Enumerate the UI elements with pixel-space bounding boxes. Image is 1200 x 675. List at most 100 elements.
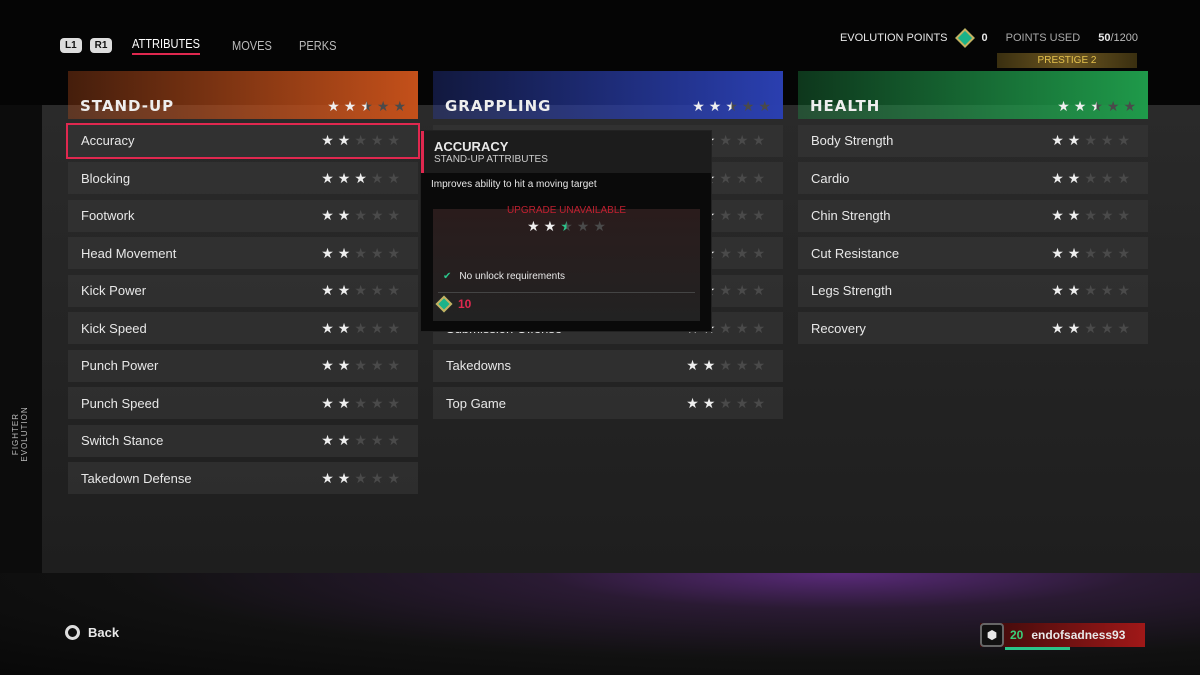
attribute-stars: ★★★★★: [321, 470, 400, 487]
star-icon: ★: [1051, 282, 1064, 298]
attribute-row[interactable]: Kick Power ★ ★ ★ ★ ★: [68, 274, 418, 307]
star-icon: ★: [387, 132, 400, 148]
category-rating: ★ ★ ★ ★ ★: [1057, 98, 1136, 115]
star-icon: ★: [387, 432, 400, 448]
star-icon: ★: [686, 357, 699, 373]
points-used-label: POINTS USED: [1005, 32, 1081, 44]
star-icon: ★: [370, 469, 384, 486]
attribute-stars: ★★★★★: [321, 207, 400, 224]
star-icon: ★: [1073, 98, 1087, 114]
category-stand-up: STAND-UP ★ ★ ★ ★ ★ Accuracy ★ ★ ★ ★ ★ Blocking ★ ★ ★ ★ ★ F…: [66, 71, 420, 494]
back-button[interactable]: Back: [65, 625, 119, 640]
tab-attributes[interactable]: ATTRIBUTES: [132, 36, 201, 55]
attribute-row[interactable]: Kick Speed ★ ★ ★ ★ ★: [68, 312, 418, 344]
star-icon: ★: [321, 469, 334, 486]
evolution-points-label: EVOLUTION POINTS: [839, 32, 948, 44]
star-icon: ★: [735, 244, 749, 261]
star-icon: ★: [370, 207, 384, 223]
sidebar: FIGHTER EVOLUTION: [0, 105, 42, 573]
attribute-stars: ★★★★★: [686, 357, 765, 374]
star-icon: ★: [1117, 244, 1130, 261]
attribute-row[interactable]: Top Game ★ ★ ★ ★ ★: [433, 387, 783, 419]
attribute-row[interactable]: Recovery ★ ★ ★ ★ ★: [798, 312, 1148, 344]
attribute-name: Blocking: [81, 170, 131, 186]
star-icon: ★: [719, 282, 732, 298]
attribute-row[interactable]: Punch Power ★ ★ ★ ★ ★: [68, 349, 418, 382]
star-icon: ★: [387, 357, 400, 373]
star-icon: ★: [387, 207, 400, 223]
attribute-row[interactable]: Switch Stance ★ ★ ★ ★ ★: [68, 424, 418, 457]
attribute-row[interactable]: Accuracy ★ ★ ★ ★ ★: [66, 122, 420, 159]
tab-moves[interactable]: MOVES: [232, 38, 272, 53]
star-icon: ★: [321, 282, 334, 298]
attribute-row[interactable]: Blocking ★ ★ ★ ★ ★: [68, 162, 418, 194]
star-icon: ★: [337, 469, 351, 486]
star-icon: ★: [370, 132, 384, 148]
tooltip-title: ACCURACY: [434, 139, 509, 154]
attribute-row[interactable]: Takedowns ★ ★ ★ ★ ★: [433, 349, 783, 382]
star-icon: ★: [321, 319, 334, 336]
attribute-name: Chin Strength: [811, 208, 891, 223]
star-icon: ★: [387, 169, 400, 186]
player-card: ⬢ 20 endofsadness93: [980, 623, 1145, 650]
star-icon: ★: [387, 244, 400, 261]
star-icon: ★: [752, 319, 765, 336]
category-banner[interactable]: GRAPPLING ★ ★ ★ ★ ★: [433, 71, 783, 119]
star-icon: ★: [543, 218, 557, 234]
tooltip-stars: ★ ★ ★ ★ ★: [433, 218, 700, 235]
star-icon: ★: [387, 394, 400, 411]
star-icon: ★: [719, 319, 732, 336]
star-icon: ★: [321, 169, 334, 186]
attribute-row[interactable]: Legs Strength ★ ★ ★ ★ ★: [798, 274, 1148, 307]
star-icon: ★: [1117, 319, 1130, 336]
circle-button-icon: [65, 625, 80, 640]
category-banner[interactable]: STAND-UP ★ ★ ★ ★ ★: [68, 71, 418, 119]
attribute-stars: ★★★★★: [321, 132, 400, 149]
attribute-stars: ★★★★★: [1051, 320, 1130, 337]
star-icon: ★: [735, 357, 749, 373]
star-icon: ★: [752, 244, 765, 261]
star-icon: ★: [370, 244, 384, 261]
category-banner[interactable]: HEALTH ★ ★ ★ ★ ★: [798, 71, 1148, 119]
star-icon: ★: [387, 469, 400, 486]
attribute-row[interactable]: Cardio ★ ★ ★ ★ ★: [798, 162, 1148, 194]
attribute-row[interactable]: Cut Resistance ★ ★ ★ ★ ★: [798, 237, 1148, 269]
attribute-row[interactable]: Head Movement ★ ★ ★ ★ ★: [68, 237, 418, 269]
star-icon: ★: [354, 357, 367, 373]
attribute-tooltip: ACCURACY STAND-UP ATTRIBUTES Improves ab…: [420, 130, 712, 332]
star-icon: ★: [1100, 169, 1114, 186]
star-icon: ★: [1051, 169, 1064, 186]
star-icon: ★: [337, 319, 351, 336]
back-label: Back: [88, 625, 120, 640]
attribute-name: Head Movement: [81, 245, 177, 261]
star-icon: ★: [1123, 98, 1136, 114]
attribute-stars: ★★★★★: [321, 245, 400, 262]
tab-perks[interactable]: PERKS: [299, 38, 336, 53]
r1-button[interactable]: R1: [89, 38, 113, 53]
attribute-stars: ★★★★★: [321, 432, 400, 449]
star-icon: ★: [337, 169, 351, 186]
star-icon: ★: [735, 282, 749, 298]
attribute-row[interactable]: Punch Speed ★ ★ ★ ★ ★: [68, 387, 418, 419]
attribute-row[interactable]: Chin Strength ★ ★ ★ ★ ★: [798, 199, 1148, 232]
star-icon: ★: [1084, 319, 1097, 336]
star-icon: ★: [593, 218, 606, 234]
l1-button[interactable]: L1: [60, 38, 82, 53]
attribute-row[interactable]: Footwork ★ ★ ★ ★ ★: [68, 199, 418, 232]
star-icon: ★: [321, 432, 334, 448]
attribute-name: Cardio: [811, 170, 850, 186]
star-icon: ★: [1100, 207, 1114, 223]
star-icon: ★: [702, 394, 716, 411]
star-icon: ★: [725, 98, 738, 114]
attribute-name: Top Game: [446, 395, 506, 411]
attribute-row[interactable]: Takedown Defense ★ ★ ★ ★ ★: [68, 462, 418, 494]
star-icon: ★: [1100, 132, 1114, 148]
attribute-row[interactable]: Body Strength ★ ★ ★ ★ ★: [798, 124, 1148, 157]
check-icon: ✔: [443, 271, 452, 282]
player-level: 20: [1010, 628, 1024, 642]
points-bar: EVOLUTION POINTS 0 POINTS USED 50/1200: [839, 28, 1138, 48]
star-icon: ★: [321, 394, 334, 411]
attribute-name: Body Strength: [811, 133, 894, 148]
star-icon: ★: [752, 132, 765, 148]
star-icon: ★: [735, 132, 749, 148]
